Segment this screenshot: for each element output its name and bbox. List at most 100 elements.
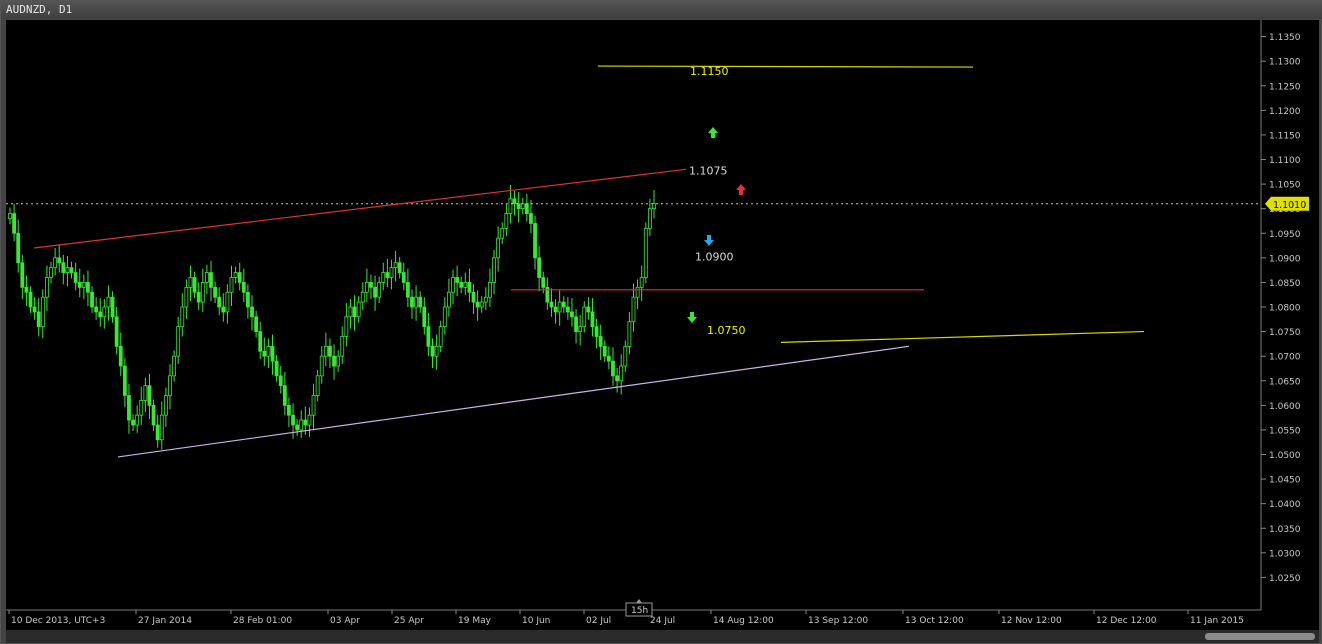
candle-body <box>299 419 304 431</box>
candle <box>168 364 172 410</box>
candle <box>524 193 529 222</box>
candle-body <box>225 291 230 313</box>
candle-body <box>364 282 369 293</box>
candle <box>574 308 578 344</box>
candle-body <box>270 345 275 362</box>
candle <box>61 254 66 285</box>
x-tick-label: 10 Jun <box>522 616 550 626</box>
candle-body <box>135 414 140 426</box>
candle <box>57 244 62 273</box>
candle-body <box>315 375 320 396</box>
support-trendline <box>117 345 910 458</box>
horizontal-scrollbar[interactable] <box>6 630 1319 643</box>
candle <box>561 296 566 313</box>
y-tick-label: 1.0500 <box>1269 451 1301 461</box>
y-tick-label: 1.0800 <box>1269 304 1301 314</box>
candle-body <box>635 286 640 298</box>
candle <box>98 298 103 327</box>
scrollbar-thumb[interactable] <box>1205 633 1315 640</box>
candle-body <box>512 198 517 205</box>
candle-body <box>619 365 624 382</box>
candle-body <box>323 345 328 357</box>
y-tick-label: 1.0900 <box>1269 254 1301 264</box>
candle-body <box>122 365 127 396</box>
arrow-down-blue-icon <box>704 235 714 246</box>
period-marker-caret <box>636 599 642 603</box>
candle-body <box>278 375 283 387</box>
candle <box>295 419 300 436</box>
candle-body <box>57 257 62 264</box>
candle <box>647 198 652 237</box>
candle <box>328 338 332 368</box>
candle-body <box>61 262 66 273</box>
y-tick-label: 1.0850 <box>1269 279 1301 289</box>
candle <box>188 265 193 302</box>
candle-body <box>463 282 468 288</box>
x-tick-label: 12 Nov 12:00 <box>1001 616 1062 626</box>
level-label-1075: 1.1075 <box>689 164 728 177</box>
candle-body <box>438 326 443 347</box>
chart-plot-area[interactable]: 1.1350 1.1300 1.1250 1.1200 1.1150 1.1100 1.10… <box>6 20 1319 630</box>
candle-body <box>12 213 17 234</box>
candle-body <box>611 360 615 377</box>
candle-body <box>541 277 546 288</box>
candle <box>369 274 373 300</box>
candle <box>274 355 279 382</box>
candle <box>451 269 455 305</box>
candle-body <box>221 306 226 313</box>
candle <box>40 289 45 339</box>
x-tick-label: 19 May <box>458 616 492 626</box>
candle <box>434 334 439 370</box>
candle <box>586 297 591 320</box>
y-tick-label: 1.1150 <box>1269 131 1301 141</box>
candle <box>237 262 242 291</box>
candle-body <box>328 345 332 357</box>
y-tick-label: 1.0950 <box>1269 230 1301 240</box>
candle-body <box>483 296 488 303</box>
candle <box>81 274 86 300</box>
y-tick-label: 1.1050 <box>1269 181 1301 191</box>
candle <box>45 265 49 311</box>
candle <box>615 367 619 393</box>
candle <box>483 287 488 310</box>
candlestick-chart[interactable]: 1.1350 1.1300 1.1250 1.1200 1.1150 1.1100 1.10… <box>6 20 1319 630</box>
arrow-up-red-icon <box>736 184 746 195</box>
candle-body <box>488 282 492 298</box>
candle <box>364 268 369 303</box>
candle-body <box>65 267 70 273</box>
candle <box>90 286 94 313</box>
candle <box>360 282 365 310</box>
candle-body <box>459 282 464 288</box>
candle-body <box>131 419 135 426</box>
candle-body <box>373 286 377 298</box>
candle-body <box>188 277 193 288</box>
candle <box>594 318 599 349</box>
x-tick-label: 27 Jan 2014 <box>138 616 192 626</box>
candle-body <box>81 282 86 288</box>
candle <box>291 403 295 439</box>
candle <box>118 332 123 376</box>
candle <box>135 405 140 433</box>
candle <box>578 314 583 346</box>
y-tick-label: 1.0650 <box>1269 377 1301 387</box>
candle-body <box>516 203 521 210</box>
candle <box>356 296 361 323</box>
candle <box>590 298 595 337</box>
candle <box>529 199 533 234</box>
candle-body <box>520 203 525 210</box>
candle <box>241 268 246 303</box>
candle <box>122 358 127 408</box>
candle <box>270 334 275 375</box>
candle-body <box>163 395 168 416</box>
candle <box>229 265 234 307</box>
candle-body <box>282 385 287 406</box>
candle-body <box>389 267 394 278</box>
candle-body <box>114 316 119 347</box>
candle-body <box>258 331 263 352</box>
candle-body <box>217 296 222 308</box>
candle-body <box>594 326 599 337</box>
candle <box>176 316 181 365</box>
candle-body <box>479 301 484 308</box>
candle <box>217 287 222 315</box>
candle-body <box>647 208 652 229</box>
